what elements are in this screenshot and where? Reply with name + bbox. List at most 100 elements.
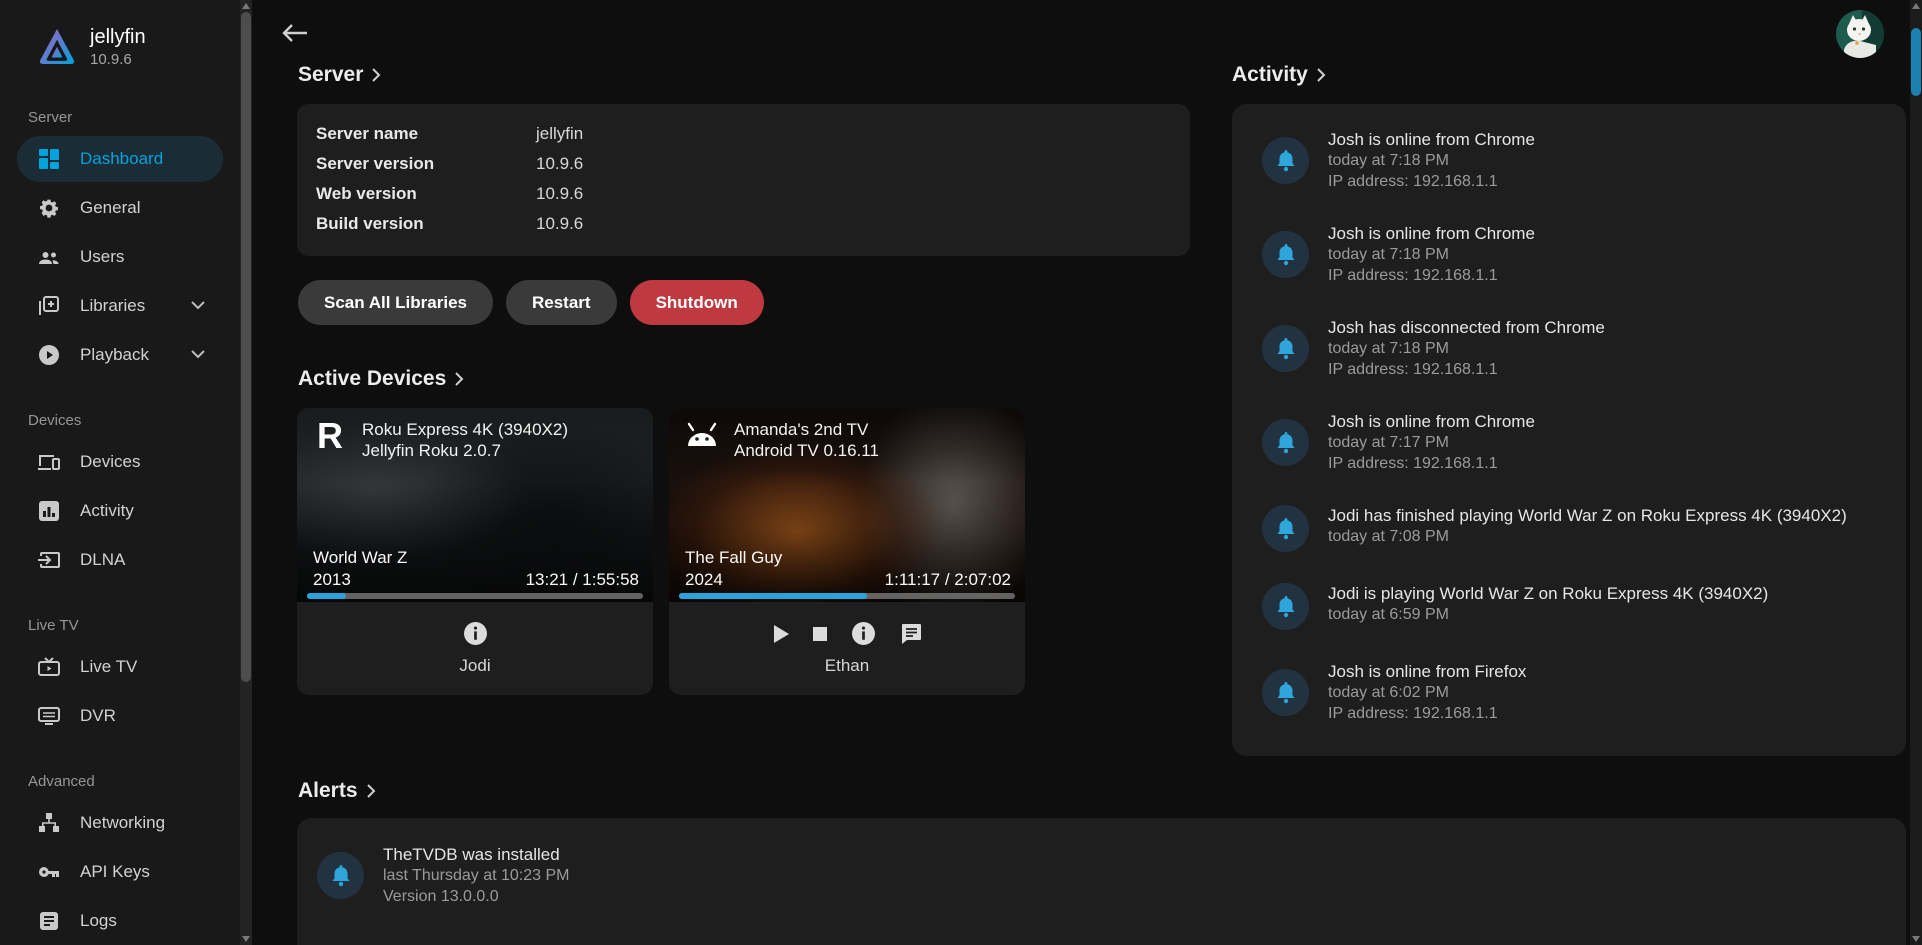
android-logo-icon bbox=[683, 419, 721, 453]
sidebar-item-dlna[interactable]: DLNA bbox=[17, 537, 223, 583]
server-info-row: Web version 10.9.6 bbox=[297, 179, 1190, 209]
info-button[interactable] bbox=[851, 621, 876, 646]
chevron-right-icon bbox=[1317, 64, 1326, 88]
sidebar-item-activity[interactable]: Activity bbox=[17, 488, 223, 534]
sidebar-item-dashboard[interactable]: Dashboard bbox=[17, 136, 223, 182]
play-circle-icon bbox=[38, 344, 60, 366]
activity-item: Jodi is playing World War Z on Roku Expr… bbox=[1262, 583, 1876, 630]
device-name: Roku Express 4K (3940X2) bbox=[362, 419, 568, 440]
media-year: 2024 bbox=[685, 570, 723, 590]
sidebar-item-general[interactable]: General bbox=[17, 185, 223, 231]
activity-item: Josh has disconnected from Chrome today … bbox=[1262, 317, 1876, 380]
bell-icon bbox=[317, 852, 364, 899]
chevron-right-icon bbox=[367, 780, 376, 804]
sidebar-item-api-keys[interactable]: API Keys bbox=[17, 849, 223, 895]
media-title: The Fall Guy bbox=[685, 548, 782, 568]
activity-item: Josh is online from Chrome today at 7:18… bbox=[1262, 129, 1876, 192]
device-card-roku[interactable]: R Roku Express 4K (3940X2) Jellyfin Roku… bbox=[297, 408, 653, 695]
sidebar-item-live-tv[interactable]: Live TV bbox=[17, 644, 223, 690]
bell-icon bbox=[1262, 669, 1309, 716]
scroll-down-icon[interactable] bbox=[1912, 936, 1920, 942]
active-devices-heading-link[interactable]: Active Devices bbox=[298, 366, 464, 392]
device-card-footer: Ethan bbox=[669, 602, 1025, 695]
media-year: 2013 bbox=[313, 570, 351, 590]
sidebar-scrollbar-thumb[interactable] bbox=[241, 12, 251, 682]
back-button[interactable] bbox=[278, 16, 312, 50]
key-icon bbox=[38, 861, 60, 883]
scroll-down-icon[interactable] bbox=[242, 936, 250, 942]
bell-icon bbox=[1262, 137, 1309, 184]
playback-time: 1:11:17 / 2:07:02 bbox=[885, 570, 1011, 590]
scroll-up-icon[interactable] bbox=[1912, 3, 1920, 9]
shutdown-button[interactable]: Shutdown bbox=[630, 280, 764, 325]
bell-icon bbox=[1262, 419, 1309, 466]
sidebar-section-livetv: Live TV bbox=[28, 617, 252, 634]
server-info-card: Server name jellyfin Server version 10.9… bbox=[297, 104, 1190, 256]
media-title: World War Z bbox=[313, 548, 407, 568]
app-version: 10.9.6 bbox=[90, 51, 146, 68]
app-brand: jellyfin 10.9.6 bbox=[0, 0, 252, 75]
server-info-row: Server version 10.9.6 bbox=[297, 149, 1190, 179]
device-name: Amanda's 2nd TV bbox=[734, 419, 879, 440]
roku-logo-icon: R bbox=[311, 419, 349, 453]
chevron-right-icon bbox=[455, 368, 464, 392]
sidebar-section-devices: Devices bbox=[28, 412, 252, 429]
alert-item: TheTVDB was installed last Thursday at 1… bbox=[317, 844, 1876, 907]
sidebar-section-advanced: Advanced bbox=[28, 773, 252, 790]
live-tv-icon bbox=[38, 656, 60, 678]
library-add-icon bbox=[38, 295, 60, 317]
server-info-row: Server name jellyfin bbox=[297, 119, 1190, 149]
message-button[interactable] bbox=[900, 623, 922, 645]
playback-progress-fill bbox=[307, 593, 346, 599]
now-playing-backdrop: Amanda's 2nd TV Android TV 0.16.11 The F… bbox=[669, 408, 1025, 602]
alerts-panel: TheTVDB was installed last Thursday at 1… bbox=[297, 818, 1906, 945]
restart-button[interactable]: Restart bbox=[506, 280, 617, 325]
scan-all-libraries-button[interactable]: Scan All Libraries bbox=[298, 280, 493, 325]
input-box-icon bbox=[38, 549, 60, 571]
playback-progress-fill bbox=[679, 593, 867, 599]
playback-progress bbox=[679, 593, 1015, 599]
sidebar-item-playback[interactable]: Playback bbox=[17, 332, 223, 378]
sidebar-item-devices[interactable]: Devices bbox=[17, 439, 223, 485]
user-avatar[interactable] bbox=[1836, 10, 1884, 58]
sidebar-item-users[interactable]: Users bbox=[17, 234, 223, 280]
server-heading-link[interactable]: Server bbox=[298, 62, 381, 88]
activity-panel: Josh is online from Chrome today at 7:18… bbox=[1232, 104, 1906, 756]
document-icon bbox=[38, 910, 60, 932]
client-version: Jellyfin Roku 2.0.7 bbox=[362, 440, 568, 461]
sidebar-item-logs[interactable]: Logs bbox=[17, 898, 223, 944]
activity-item: Jodi has finished playing World War Z on… bbox=[1262, 505, 1876, 552]
chevron-right-icon bbox=[372, 64, 381, 88]
jellyfin-logo-icon bbox=[38, 26, 76, 75]
app-name: jellyfin bbox=[90, 26, 146, 48]
now-playing-backdrop: R Roku Express 4K (3940X2) Jellyfin Roku… bbox=[297, 408, 653, 602]
sidebar-item-networking[interactable]: Networking bbox=[17, 800, 223, 846]
sidebar-item-libraries[interactable]: Libraries bbox=[17, 283, 223, 329]
sidebar-item-dvr[interactable]: DVR bbox=[17, 693, 223, 739]
chevron-down-icon bbox=[191, 297, 205, 315]
bell-icon bbox=[1262, 505, 1309, 552]
alerts-heading-link[interactable]: Alerts bbox=[298, 778, 376, 804]
session-user: Ethan bbox=[825, 656, 869, 676]
activity-heading-link[interactable]: Activity bbox=[1232, 62, 1326, 88]
device-card-footer: Jodi bbox=[297, 602, 653, 695]
activity-item: Josh is online from Chrome today at 7:18… bbox=[1262, 223, 1876, 286]
scroll-up-icon[interactable] bbox=[242, 3, 250, 9]
chevron-down-icon bbox=[191, 346, 205, 364]
alert-item: AniDB was installed bbox=[317, 941, 1876, 945]
activity-item: Josh is online from Firefox today at 6:0… bbox=[1262, 661, 1876, 724]
info-button[interactable] bbox=[463, 621, 488, 646]
dashboard-grid-icon bbox=[38, 148, 60, 170]
bell-icon bbox=[1262, 325, 1309, 372]
page-scrollbar-thumb[interactable] bbox=[1911, 28, 1921, 96]
server-info-row: Build version 10.9.6 bbox=[297, 209, 1190, 239]
playback-progress bbox=[307, 593, 643, 599]
sidebar-scrollbar[interactable] bbox=[240, 0, 252, 945]
page-scrollbar[interactable] bbox=[1910, 0, 1922, 945]
play-button[interactable] bbox=[773, 625, 789, 643]
activity-item: Josh is online from Chrome today at 7:17… bbox=[1262, 411, 1876, 474]
stop-button[interactable] bbox=[813, 627, 827, 641]
playback-time: 13:21 / 1:55:58 bbox=[526, 570, 639, 590]
device-card-androidtv[interactable]: Amanda's 2nd TV Android TV 0.16.11 The F… bbox=[669, 408, 1025, 695]
people-icon bbox=[38, 246, 60, 268]
